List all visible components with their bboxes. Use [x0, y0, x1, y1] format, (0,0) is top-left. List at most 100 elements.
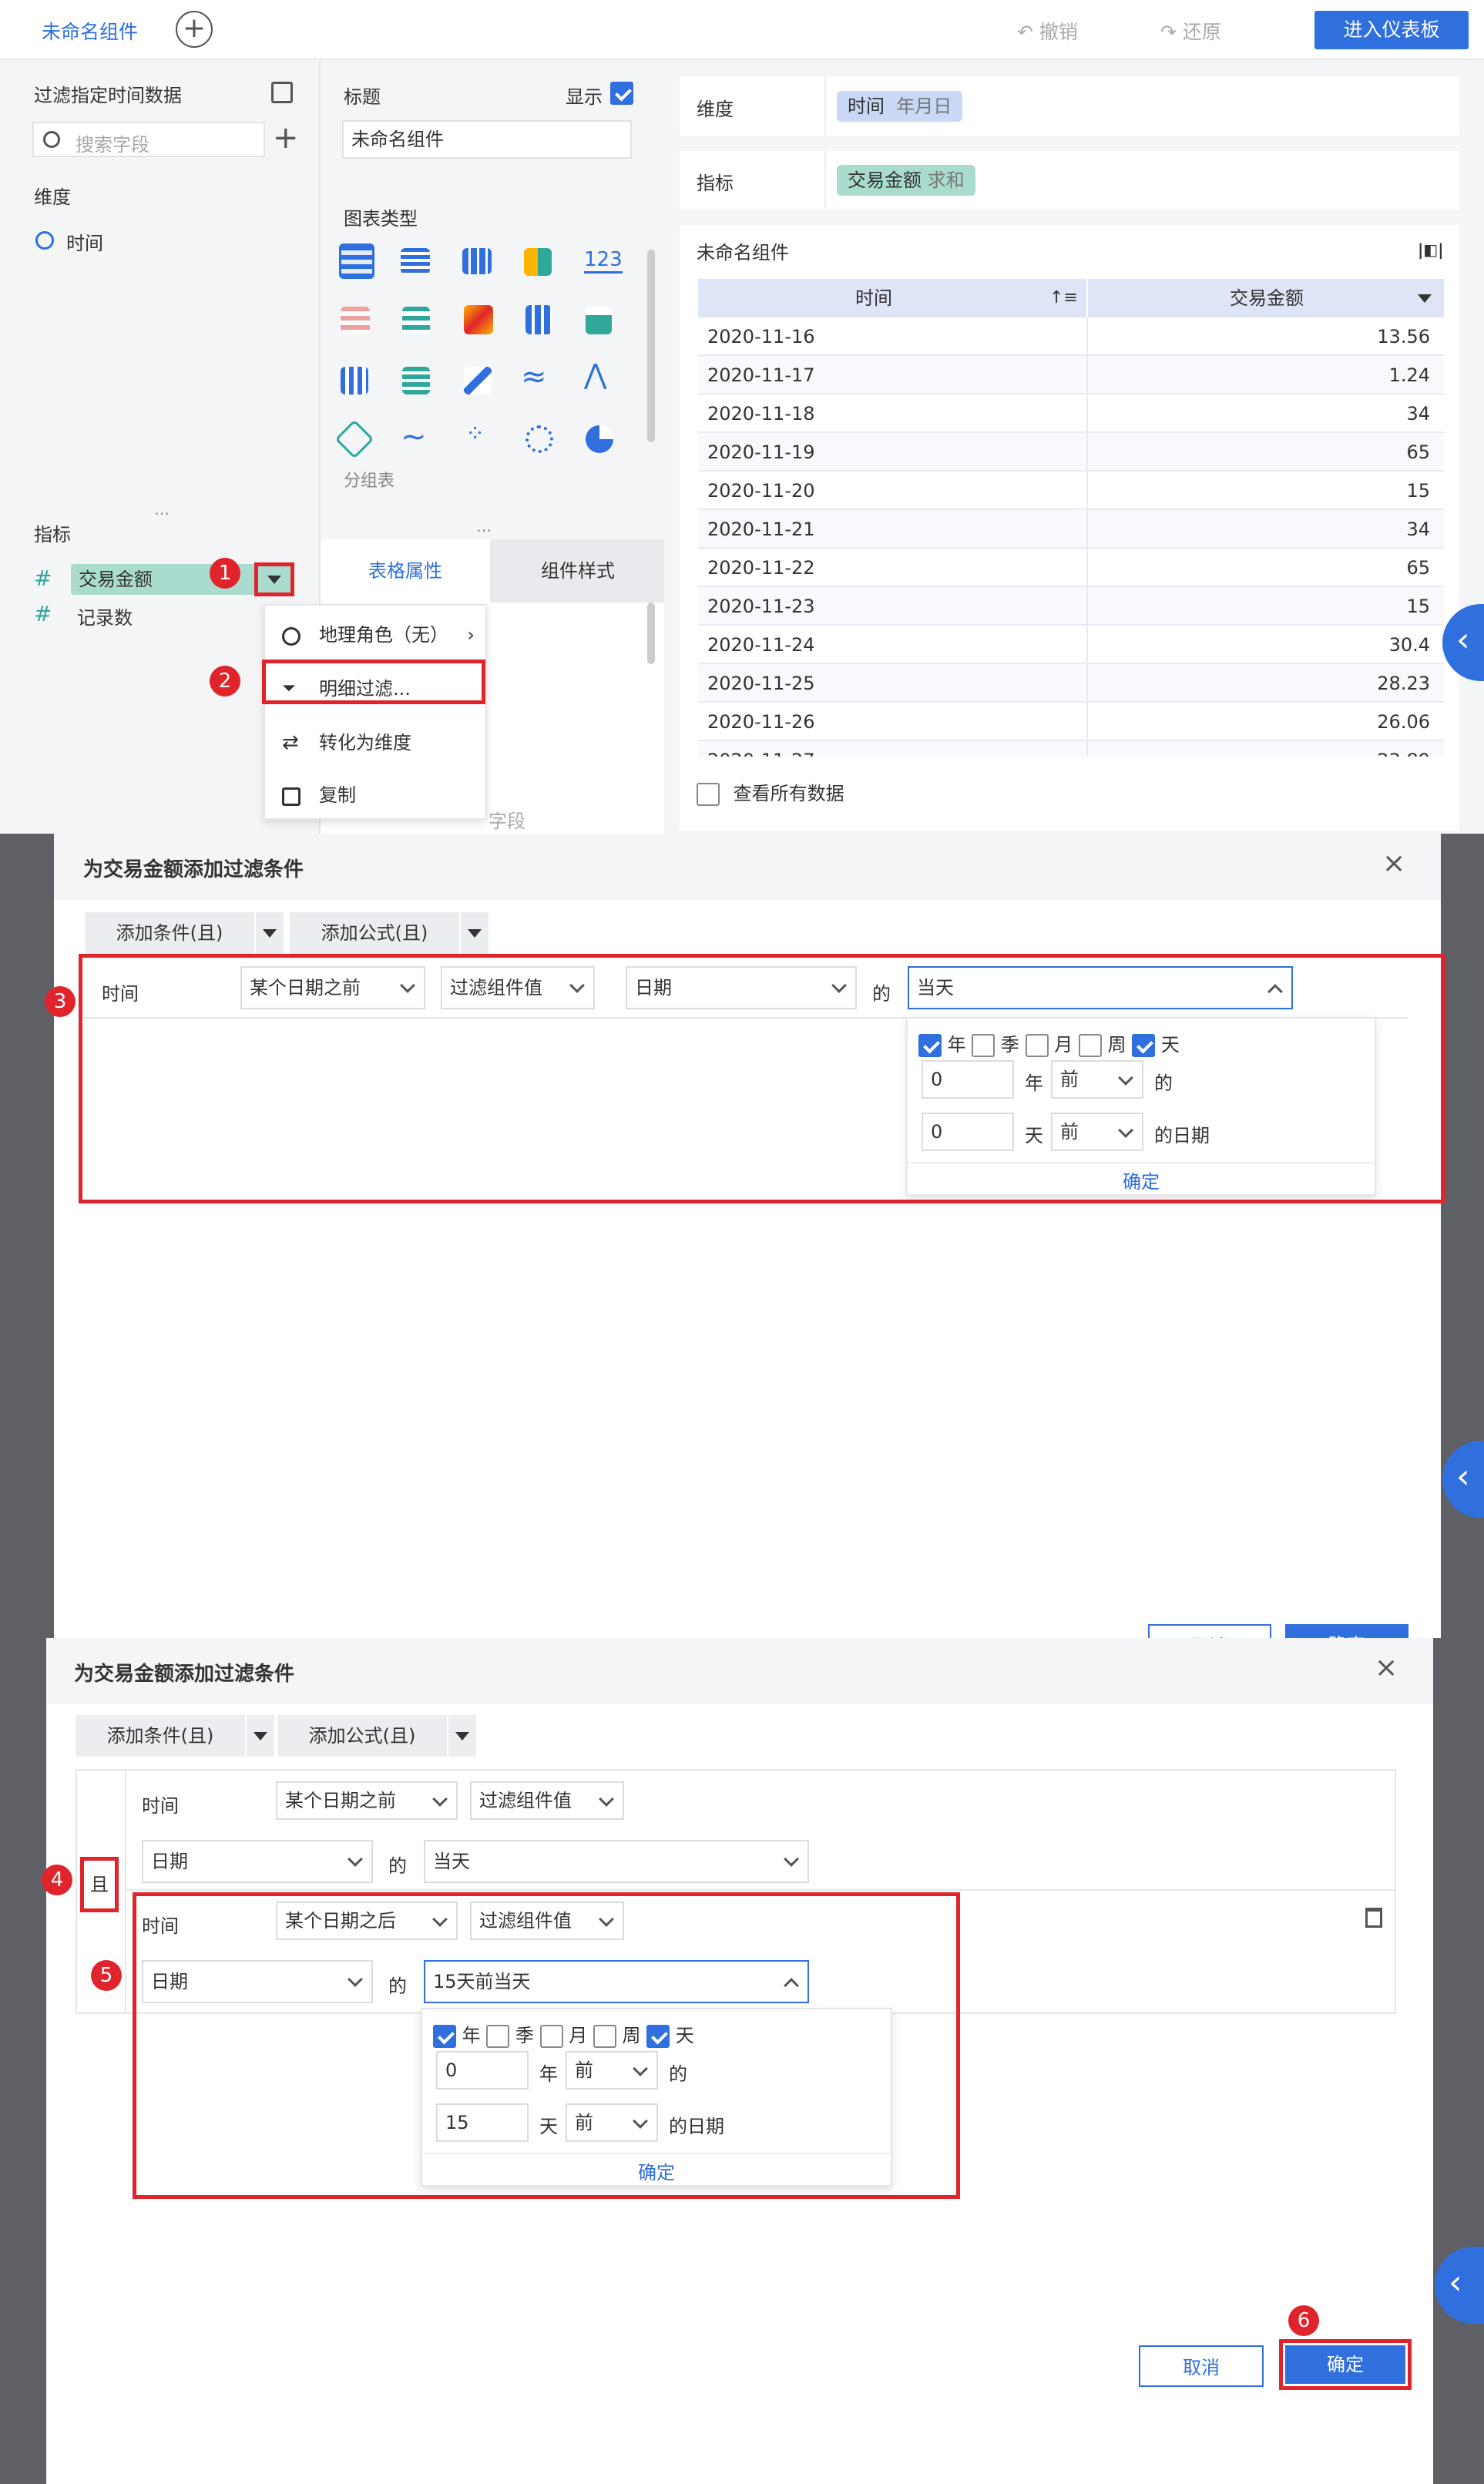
enter-dashboard-button[interactable]: 进入仪表板: [1314, 11, 1469, 49]
view-all-checkbox[interactable]: [697, 783, 720, 806]
cell-time: 2020-11-18: [707, 403, 815, 425]
search-icon: [43, 131, 60, 148]
menu-item-copy[interactable]: 复制: [265, 769, 487, 821]
preview-card: 未命名组件 |◧| 时间 ↑≡ 交易金额 2020-11-16 13.56 2020…: [680, 225, 1459, 831]
chart-type-bar-icon[interactable]: [586, 307, 612, 334]
chart-type-line-icon[interactable]: ≈: [521, 359, 547, 394]
field-dropdown-button[interactable]: [254, 562, 294, 596]
search-input[interactable]: 搜索字段: [76, 129, 149, 156]
redo-icon: ↷: [1160, 21, 1183, 43]
chart-type-column-icon[interactable]: [341, 367, 368, 394]
chart-type-table-icon[interactable]: [339, 243, 374, 279]
chart-type-bubble-icon[interactable]: [525, 425, 553, 453]
preview-panel: 维度 时间 年月日 指标 交易金额 求和 未命名组件 |◧| 时间 ↑≡ 交易金…: [664, 62, 1484, 834]
add-formula-button[interactable]: 添加公式(且): [290, 912, 459, 954]
chart-type-colortable-icon[interactable]: [341, 307, 370, 334]
cancel-button[interactable]: 取消: [1139, 2345, 1264, 2387]
chart-type-crosstab-icon[interactable]: [401, 248, 430, 274]
chart-type-radar-icon[interactable]: [334, 419, 374, 459]
view-all-data-toggle[interactable]: 查看所有数据: [697, 778, 844, 806]
chart-type-pie-icon[interactable]: [586, 425, 613, 453]
mode-select[interactable]: 过滤组件值: [470, 1781, 624, 1820]
cell-amount: 26.06: [1377, 711, 1430, 733]
divider: [1086, 587, 1088, 626]
metric-label: 指标: [34, 524, 71, 545]
chevron-down-icon: [784, 1851, 799, 1867]
chart-type-stackbar-icon[interactable]: [525, 305, 552, 334]
header-time[interactable]: 时间: [855, 279, 892, 317]
tab-component[interactable]: 未命名组件: [42, 17, 138, 45]
resize-handle[interactable]: ⋯: [154, 504, 170, 522]
chevron-down-icon[interactable]: [1418, 294, 1432, 303]
chart-type-grid: 123 ≈ ⋀ ∼ ⁘ 分组表: [334, 243, 644, 521]
switch-dataset-icon[interactable]: [271, 82, 293, 103]
menu-item-geo-role[interactable]: 地理角色（无） ›: [265, 609, 487, 661]
confirm-button[interactable]: 确定: [1285, 2345, 1405, 2384]
menu-item-convert-dimension[interactable]: ⇄ 转化为维度: [265, 717, 487, 769]
delete-condition-icon[interactable]: [1365, 1908, 1382, 1928]
divider: [1086, 510, 1088, 549]
header-amount[interactable]: 交易金额: [1230, 279, 1304, 317]
chart-type-scatterbar-icon[interactable]: [464, 367, 492, 394]
chart-type-scatter-icon[interactable]: ⁘: [465, 421, 485, 448]
date-value-select[interactable]: 当天: [424, 1840, 809, 1883]
tab-table-properties[interactable]: 表格属性: [321, 539, 490, 603]
close-icon[interactable]: ×: [1375, 1652, 1398, 1683]
value-type-select[interactable]: 日期: [142, 1840, 373, 1883]
dialog-header: 为交易金额添加过滤条件 ×: [54, 834, 1441, 900]
add-formula-menu[interactable]: [448, 1715, 476, 1757]
component-title: 未命名组件: [697, 242, 789, 264]
tab-component-style[interactable]: 组件样式: [490, 539, 666, 603]
divider: [1086, 664, 1088, 703]
add-condition-menu[interactable]: [256, 912, 284, 954]
column-width-icon[interactable]: |◧|: [1418, 240, 1444, 259]
chart-type-detail-icon[interactable]: [462, 248, 492, 274]
chart-type-heatmap-icon[interactable]: [464, 305, 493, 334]
filter-dialog-1: 为交易金额添加过滤条件 × 添加条件(且) 添加公式(且) 时间 某个日期之前 …: [54, 834, 1445, 1666]
undo-button[interactable]: ↶ 撤销: [1017, 17, 1078, 45]
add-condition-button[interactable]: 添加条件(且): [85, 912, 254, 954]
search-box[interactable]: 搜索字段: [32, 122, 265, 157]
divider: [1086, 433, 1088, 472]
chart-type-curve-icon[interactable]: ∼: [401, 419, 427, 455]
table-row: 2020-11-25 28.23: [698, 664, 1444, 703]
add-formula-menu[interactable]: [461, 912, 489, 954]
metric-shelf: 指标 交易金额 求和: [680, 151, 1459, 210]
top-bar: 未命名组件 + ↶ 撤销 ↷ 还原 进入仪表板: [0, 0, 1484, 60]
title-input[interactable]: 未命名组件: [342, 120, 632, 159]
cell-amount: 30.4: [1388, 634, 1430, 656]
cell-amount: 65: [1406, 557, 1430, 579]
sort-icon[interactable]: ↑≡: [1049, 279, 1078, 317]
close-icon[interactable]: ×: [1382, 848, 1405, 879]
chart-type-hbar-icon[interactable]: [402, 367, 430, 394]
chart-type-area-icon[interactable]: ⋀: [584, 359, 607, 391]
and-toggle-button[interactable]: 且: [80, 1857, 119, 1912]
add-condition-menu[interactable]: [247, 1715, 274, 1757]
highlight-condition: [79, 954, 1445, 1203]
redo-button[interactable]: ↷ 还原: [1160, 17, 1221, 45]
section-editor: 未命名组件 + ↶ 撤销 ↷ 还原 进入仪表板 过滤指定时间数据 搜索字段 + …: [0, 0, 1484, 834]
add-formula-button[interactable]: 添加公式(且): [277, 1715, 447, 1757]
add-field-icon[interactable]: +: [273, 120, 299, 156]
resize-handle[interactable]: ⋯: [476, 521, 492, 539]
chart-type-number-icon[interactable]: 123: [584, 248, 623, 274]
metric-tag-amount[interactable]: 交易金额 求和: [837, 165, 975, 196]
properties-scrollbar[interactable]: [647, 603, 655, 664]
table-row: 2020-11-17 1.24: [698, 356, 1444, 394]
cell-amount: 15: [1406, 596, 1430, 617]
add-condition-button[interactable]: 添加条件(且): [76, 1715, 245, 1757]
step-badge-4: 4: [42, 1865, 72, 1895]
undo-icon: ↶: [1017, 21, 1039, 43]
operator-select[interactable]: 某个日期之前: [276, 1781, 458, 1820]
show-title-checkbox[interactable]: [610, 82, 633, 105]
chart-type-kpi-icon[interactable]: [524, 248, 552, 276]
divider: [1086, 394, 1088, 433]
divider: [1086, 549, 1088, 587]
cell-amount: 13.56: [1377, 326, 1430, 347]
cell-amount: 23.89: [1377, 741, 1430, 757]
dimension-tag-time[interactable]: 时间 年月日: [837, 91, 963, 122]
chart-scrollbar[interactable]: [647, 250, 655, 442]
add-tab-icon[interactable]: +: [176, 11, 213, 48]
dialog-title: 为交易金额添加过滤条件: [74, 1663, 295, 1686]
chart-type-listdot-icon[interactable]: [402, 307, 430, 334]
